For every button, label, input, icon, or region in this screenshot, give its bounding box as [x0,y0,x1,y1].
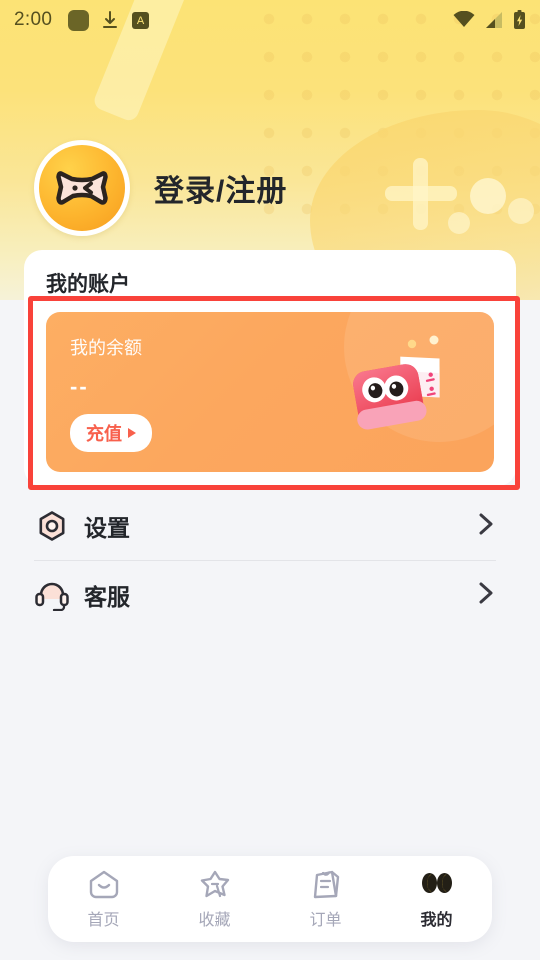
circle-decoration-3 [448,212,470,234]
signal-icon [486,12,502,28]
star-icon [199,868,231,900]
eyes-icon [420,868,454,900]
login-register-link[interactable]: 登录/注册 [154,166,287,210]
nav-tab-favorites-label: 收藏 [198,912,231,929]
menu-item-customer-service-label: 客服 [84,584,130,610]
bottom-navigation-bar: 首页 收藏 订单 我的 [48,856,492,942]
circle-decoration-2 [508,198,534,224]
app-square-icon [68,9,90,31]
nav-tab-mine[interactable]: 我的 [381,856,492,942]
hex-gear-icon [34,508,70,544]
circle-decoration-1 [470,178,506,214]
download-icon [103,11,118,28]
home-icon [88,868,120,900]
nav-tab-orders-label: 订单 [309,912,342,929]
status-bar: 2:00 A [0,0,540,40]
menu-item-customer-service[interactable]: 客服 [24,561,516,629]
balance-card[interactable]: 我的余额 -- 充值 [46,312,494,472]
avatar[interactable] [34,140,130,236]
profile-header[interactable]: 登录/注册 [34,140,287,236]
status-bar-left-icons: A [68,9,150,31]
nav-tab-mine-label: 我的 [420,912,453,929]
headset-icon [34,577,70,613]
battery-charging-icon [514,10,525,29]
wifi-icon [453,11,475,27]
settings-menu-list: 设置 客服 [24,492,516,629]
menu-item-settings[interactable]: 设置 [24,492,516,560]
a-badge-icon: A [132,11,150,29]
recharge-button[interactable]: 充值 [70,414,152,452]
nav-tab-home[interactable]: 首页 [48,856,159,942]
gamepad-avatar-icon [39,145,125,231]
status-bar-right-icons [453,10,526,30]
chevron-right-icon [476,580,496,611]
nav-tab-home-label: 首页 [87,912,120,929]
chevron-right-icon [476,511,496,542]
app-root: 2:00 A 登录/注册 我的账户 我的余额 -- 充值 设置 客服 首页 收藏… [0,0,540,960]
account-card: 我的账户 我的余额 -- 充值 [24,250,516,486]
nav-tab-favorites[interactable]: 收藏 [159,856,270,942]
svg-text:A: A [137,15,145,27]
order-clipboard-icon [310,868,342,900]
nav-tab-orders[interactable]: 订单 [270,856,381,942]
triangle-right-icon [128,428,136,438]
menu-item-settings-label: 设置 [84,515,130,541]
wallet-character-icon [353,335,440,430]
account-card-title: 我的账户 [46,273,130,296]
recharge-button-label: 充值 [86,424,122,444]
plus-decoration-icon [385,158,457,230]
status-bar-time: 2:00 [14,9,53,30]
